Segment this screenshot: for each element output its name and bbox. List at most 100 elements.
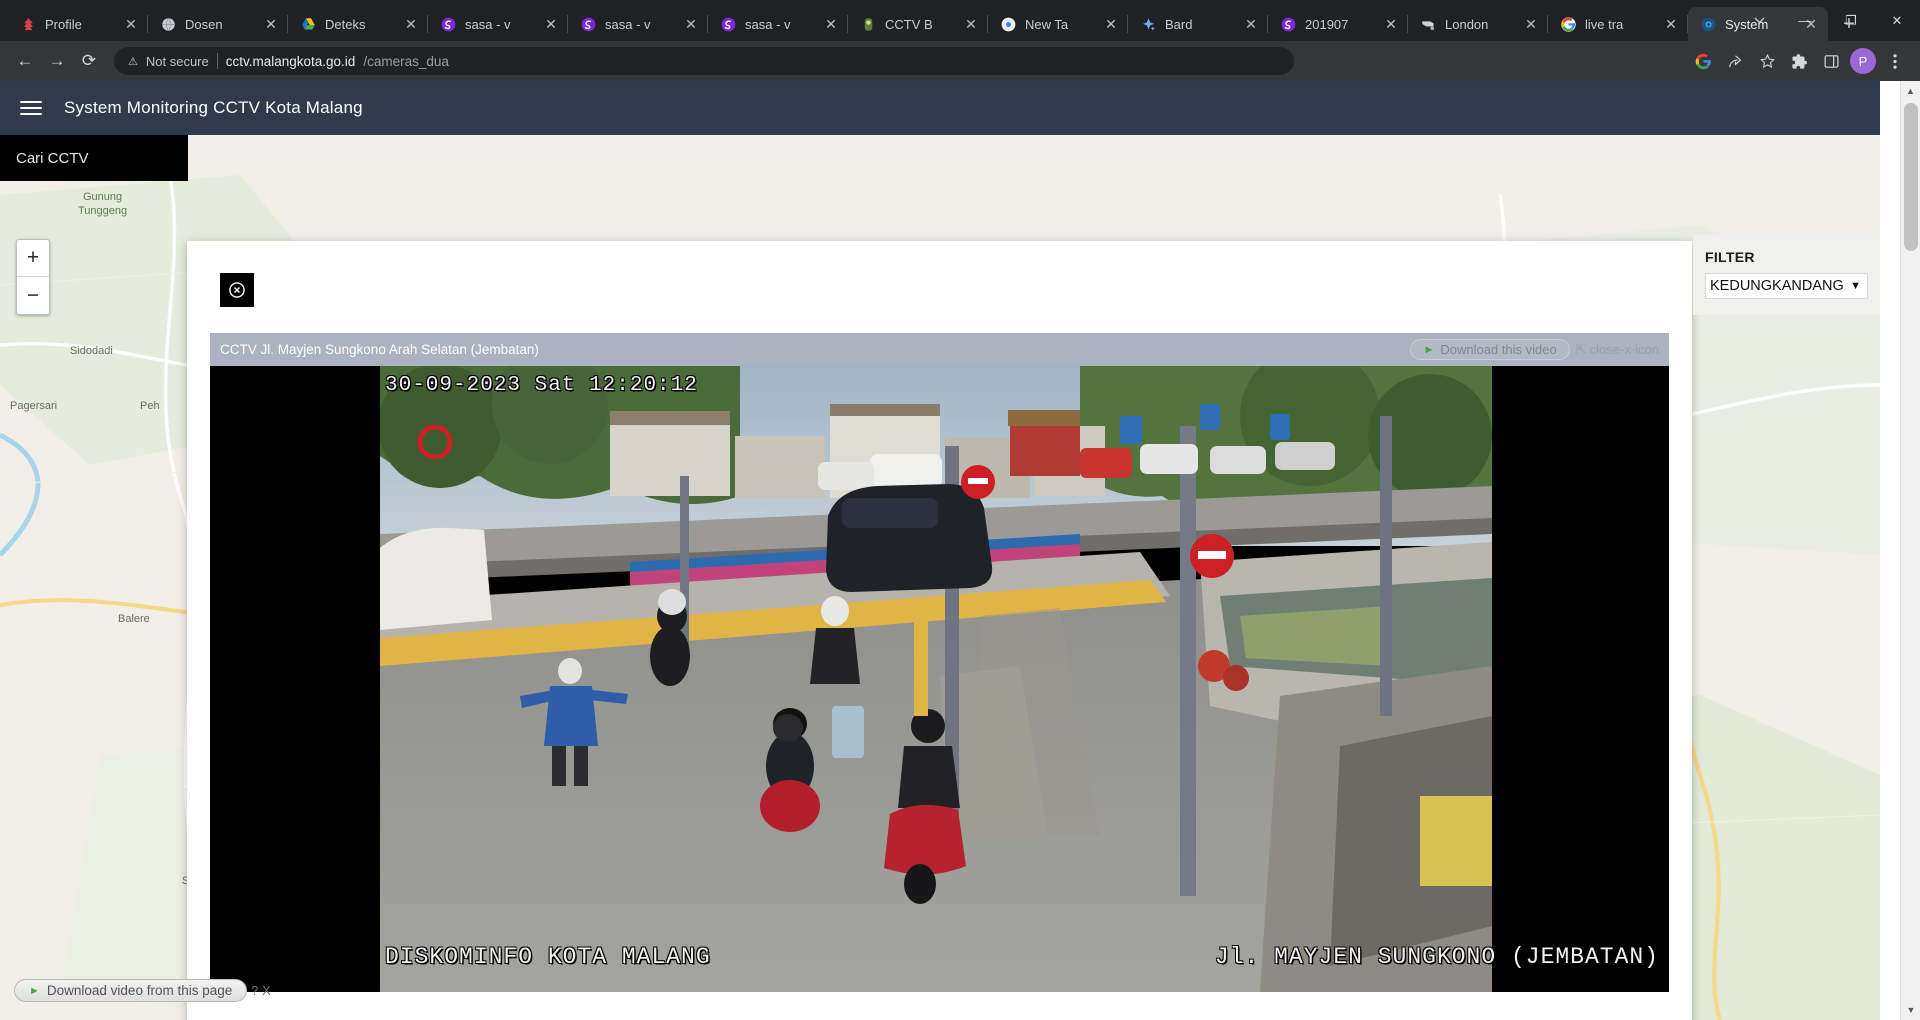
browser-tab[interactable]: sasa - v ✕	[708, 7, 848, 41]
chevron-down-icon: ▼	[1850, 280, 1861, 292]
purple-s-icon	[720, 16, 737, 33]
browser-tab[interactable]: CCTV B ✕	[848, 7, 988, 41]
map-place-label: Sidodadi	[70, 345, 113, 357]
video-title: CCTV Jl. Mayjen Sungkono Arah Selatan (J…	[220, 342, 539, 357]
download-this-video-label: Download this video	[1440, 342, 1557, 357]
browser-tab[interactable]: Bard ✕	[1128, 7, 1268, 41]
tab-title: sasa - v	[465, 16, 511, 32]
google-drive-icon	[300, 16, 317, 33]
tab-close-icon[interactable]: ✕	[402, 15, 420, 33]
extensions-puzzle-icon[interactable]	[1784, 46, 1814, 76]
tab-search-chevron-icon[interactable]	[1736, 0, 1782, 41]
reload-icon[interactable]: ⟳	[74, 46, 104, 76]
close-x-icon[interactable]: close-x-icon	[1590, 342, 1659, 358]
camera-icon	[1420, 16, 1437, 33]
browser-tab[interactable]: New Ta ✕	[988, 7, 1128, 41]
back-icon[interactable]: ←	[10, 46, 40, 76]
video-player: CCTV Jl. Mayjen Sungkono Arah Selatan (J…	[210, 333, 1669, 992]
bard-sparkle-icon	[1140, 16, 1157, 33]
play-triangle-icon: ►	[29, 984, 40, 997]
tab-close-icon[interactable]: ✕	[1102, 15, 1120, 33]
side-panel-icon[interactable]	[1816, 46, 1846, 76]
video-surface[interactable]: 30-09-2023 Sat 12:20:12 DISKOMINFO KOTA …	[210, 366, 1669, 992]
browser-tab[interactable]: London ✕	[1408, 7, 1548, 41]
page-title: System Monitoring CCTV Kota Malang	[64, 98, 363, 117]
filter-district-select[interactable]: KEDUNGKANDANG ▼	[1705, 273, 1868, 299]
tab-close-icon[interactable]: ✕	[1242, 15, 1260, 33]
profile-avatar[interactable]: P	[1848, 46, 1878, 76]
security-status-label: Not secure	[145, 53, 209, 69]
map-zoom-controls: + −	[16, 239, 50, 315]
tab-close-icon[interactable]: ✕	[1522, 15, 1540, 33]
google-icon[interactable]	[1688, 46, 1718, 76]
address-bar[interactable]: ⚠ Not secure cctv.malangkota.go.id/camer…	[114, 47, 1294, 75]
bookmark-star-icon[interactable]	[1752, 46, 1782, 76]
share-icon[interactable]	[1720, 46, 1750, 76]
download-video-widget: ► Download video from this page ? X	[14, 979, 271, 1002]
tab-title: Deteks	[325, 16, 366, 32]
purple-s-icon	[580, 16, 597, 33]
restore-icon[interactable]: ⇱	[1576, 342, 1587, 358]
tab-close-icon[interactable]: ✕	[822, 15, 840, 33]
tab-close-icon[interactable]: ✕	[962, 15, 980, 33]
maximize-button[interactable]: ❐	[1828, 0, 1874, 41]
kebab-menu-icon[interactable]	[1880, 46, 1910, 76]
tab-strip: Profile ✕ Dosen ✕ Deteks ✕ sasa - v ✕ sasa - v ✕ s…	[0, 0, 1920, 41]
close-window-button[interactable]: ✕	[1874, 0, 1920, 41]
page-viewport: Gunung Tunggeng Sidodadi Pagersari Peh Balere…	[0, 81, 1920, 1020]
tab-close-icon[interactable]: ✕	[1662, 15, 1680, 33]
filter-selected-value: KEDUNGKANDANG	[1710, 278, 1844, 294]
tab-close-icon[interactable]: ✕	[1382, 15, 1400, 33]
browser-tab[interactable]: live tra ✕	[1548, 7, 1688, 41]
play-triangle-icon: ►	[1423, 343, 1435, 356]
tab-close-icon[interactable]: ✕	[682, 15, 700, 33]
scroll-down-arrow[interactable]: ▼	[1901, 1000, 1920, 1020]
browser-tab[interactable]: Profile ✕	[8, 7, 148, 41]
hamburger-icon[interactable]	[20, 101, 42, 115]
map-place-label: Gunung	[83, 191, 123, 203]
chrome-icon	[1000, 16, 1017, 33]
browser-window: Profile ✕ Dosen ✕ Deteks ✕ sasa - v ✕ sasa - v ✕ s…	[0, 0, 1920, 1020]
cctv-green-icon	[860, 16, 877, 33]
close-circle-icon[interactable]	[220, 273, 254, 307]
browser-tab[interactable]: sasa - v ✕	[428, 7, 568, 41]
scrollbar-thumb[interactable]	[1904, 103, 1918, 251]
page-scrollbar[interactable]: ▲ ▼	[1900, 81, 1920, 1020]
map-place-label: Tunggeng	[78, 205, 128, 217]
browser-tab[interactable]: Dosen ✕	[148, 7, 288, 41]
download-widget-label: Download video from this page	[46, 983, 233, 998]
browser-tab[interactable]: Deteks ✕	[288, 7, 428, 41]
download-this-video-button[interactable]: ► Download this video	[1410, 339, 1570, 360]
url-path: /cameras_dua	[363, 53, 449, 69]
browser-tab[interactable]: sasa - v ✕	[568, 7, 708, 41]
tab-close-icon[interactable]: ✕	[122, 15, 140, 33]
tab-title: Dosen	[185, 16, 223, 32]
tab-close-icon[interactable]: ✕	[262, 15, 280, 33]
search-cctv-input[interactable]: Cari CCTV	[0, 135, 188, 181]
browser-toolbar: ← → ⟳ ⚠ Not secure cctv.malangkota.go.id…	[0, 41, 1920, 81]
profile-red-icon	[20, 16, 37, 33]
zoom-out-button[interactable]: −	[17, 277, 49, 314]
download-pill-tools: ⇱ close-x-icon	[1576, 342, 1659, 358]
forward-icon[interactable]: →	[42, 46, 72, 76]
tab-title: live tra	[1585, 16, 1624, 32]
browser-tab[interactable]: 201907 ✕	[1268, 7, 1408, 41]
video-watermark-right: Jl. MAYJEN SUNGKONO (JEMBATAN)	[1214, 944, 1659, 970]
help-icon[interactable]: ?	[251, 984, 258, 998]
map-place-label: Balere	[118, 613, 150, 625]
filter-title: FILTER	[1705, 249, 1755, 265]
url-host: cctv.malangkota.go.id	[225, 53, 356, 69]
scroll-up-arrow[interactable]: ▲	[1901, 81, 1920, 101]
minimize-button[interactable]: —	[1782, 0, 1828, 41]
cctv-blue-icon	[1700, 16, 1717, 33]
cctv-modal: CCTV Jl. Mayjen Sungkono Arah Selatan (J…	[187, 241, 1692, 1020]
download-video-from-page-button[interactable]: ► Download video from this page	[14, 979, 248, 1002]
video-watermark-left: DISKOMINFO KOTA MALANG	[385, 944, 711, 970]
tab-title: Bard	[1165, 16, 1193, 32]
tab-close-icon[interactable]: ✕	[542, 15, 560, 33]
toolbar-right-actions: P	[1688, 46, 1910, 76]
cctv-still-image	[380, 366, 1492, 992]
zoom-in-button[interactable]: +	[17, 240, 49, 277]
close-icon[interactable]: X	[262, 984, 270, 998]
google-icon	[1560, 16, 1577, 33]
